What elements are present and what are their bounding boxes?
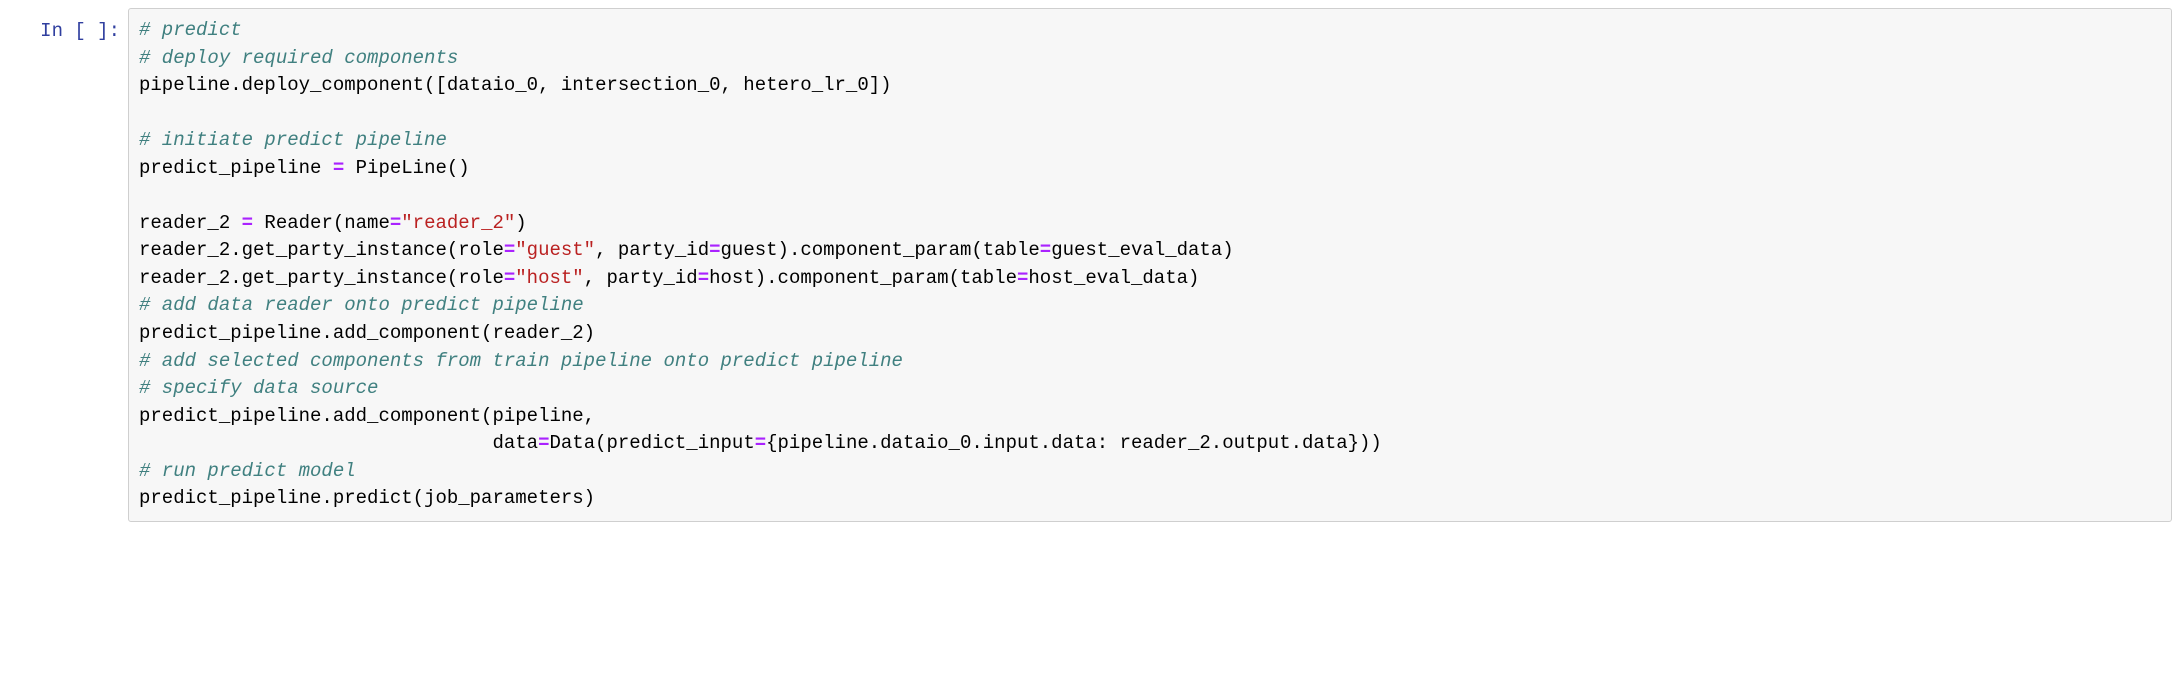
code-text: reader_2.get_party_instance(role [139,267,504,289]
string-literal: "host" [515,267,583,289]
code-text: ) [515,212,526,234]
operator: = [504,267,515,289]
operator: = [1017,267,1028,289]
comment-line: # add selected components from train pip… [139,350,903,372]
code-text: {pipeline.dataio_0.input.data: reader_2.… [766,432,1382,454]
code-text: , party_id [584,267,698,289]
code-text: host_eval_data) [1028,267,1199,289]
code-text: reader_2.get_party_instance(role [139,239,504,261]
operator: = [538,432,549,454]
code-text: Reader(name [253,212,390,234]
code-text: predict_pipeline.add_component(reader_2) [139,322,595,344]
comment-line: # initiate predict pipeline [139,129,447,151]
operator: = [390,212,401,234]
notebook-code-cell: In [ ]: # predict # deploy required comp… [8,8,2172,522]
comment-line: # add data reader onto predict pipeline [139,294,584,316]
code-text: predict_pipeline.add_component(pipeline, [139,405,595,427]
comment-line: # specify data source [139,377,378,399]
cell-prompt: In [ ]: [8,8,128,522]
code-content: # predict # deploy required components p… [139,17,2161,513]
operator: = [333,157,344,179]
code-text: , party_id [595,239,709,261]
code-text: PipeLine() [344,157,469,179]
comment-line: # run predict model [139,460,356,482]
code-text: reader_2 [139,212,242,234]
comment-line: # predict [139,19,242,41]
operator: = [698,267,709,289]
code-text: predict_pipeline [139,157,333,179]
code-text: guest).component_param(table [721,239,1040,261]
code-text: data [492,432,538,454]
indent [139,432,492,454]
operator: = [755,432,766,454]
operator: = [242,212,253,234]
comment-line: # deploy required components [139,47,458,69]
string-literal: "reader_2" [401,212,515,234]
operator: = [504,239,515,261]
code-text: host).component_param(table [709,267,1017,289]
code-text: pipeline.deploy_component([dataio_0, int… [139,74,892,96]
code-text: predict_pipeline.predict(job_parameters) [139,487,595,509]
operator: = [1040,239,1051,261]
code-input-area[interactable]: # predict # deploy required components p… [128,8,2172,522]
code-text: Data(predict_input [549,432,754,454]
code-text: guest_eval_data) [1051,239,1233,261]
string-literal: "guest" [515,239,595,261]
operator: = [709,239,720,261]
